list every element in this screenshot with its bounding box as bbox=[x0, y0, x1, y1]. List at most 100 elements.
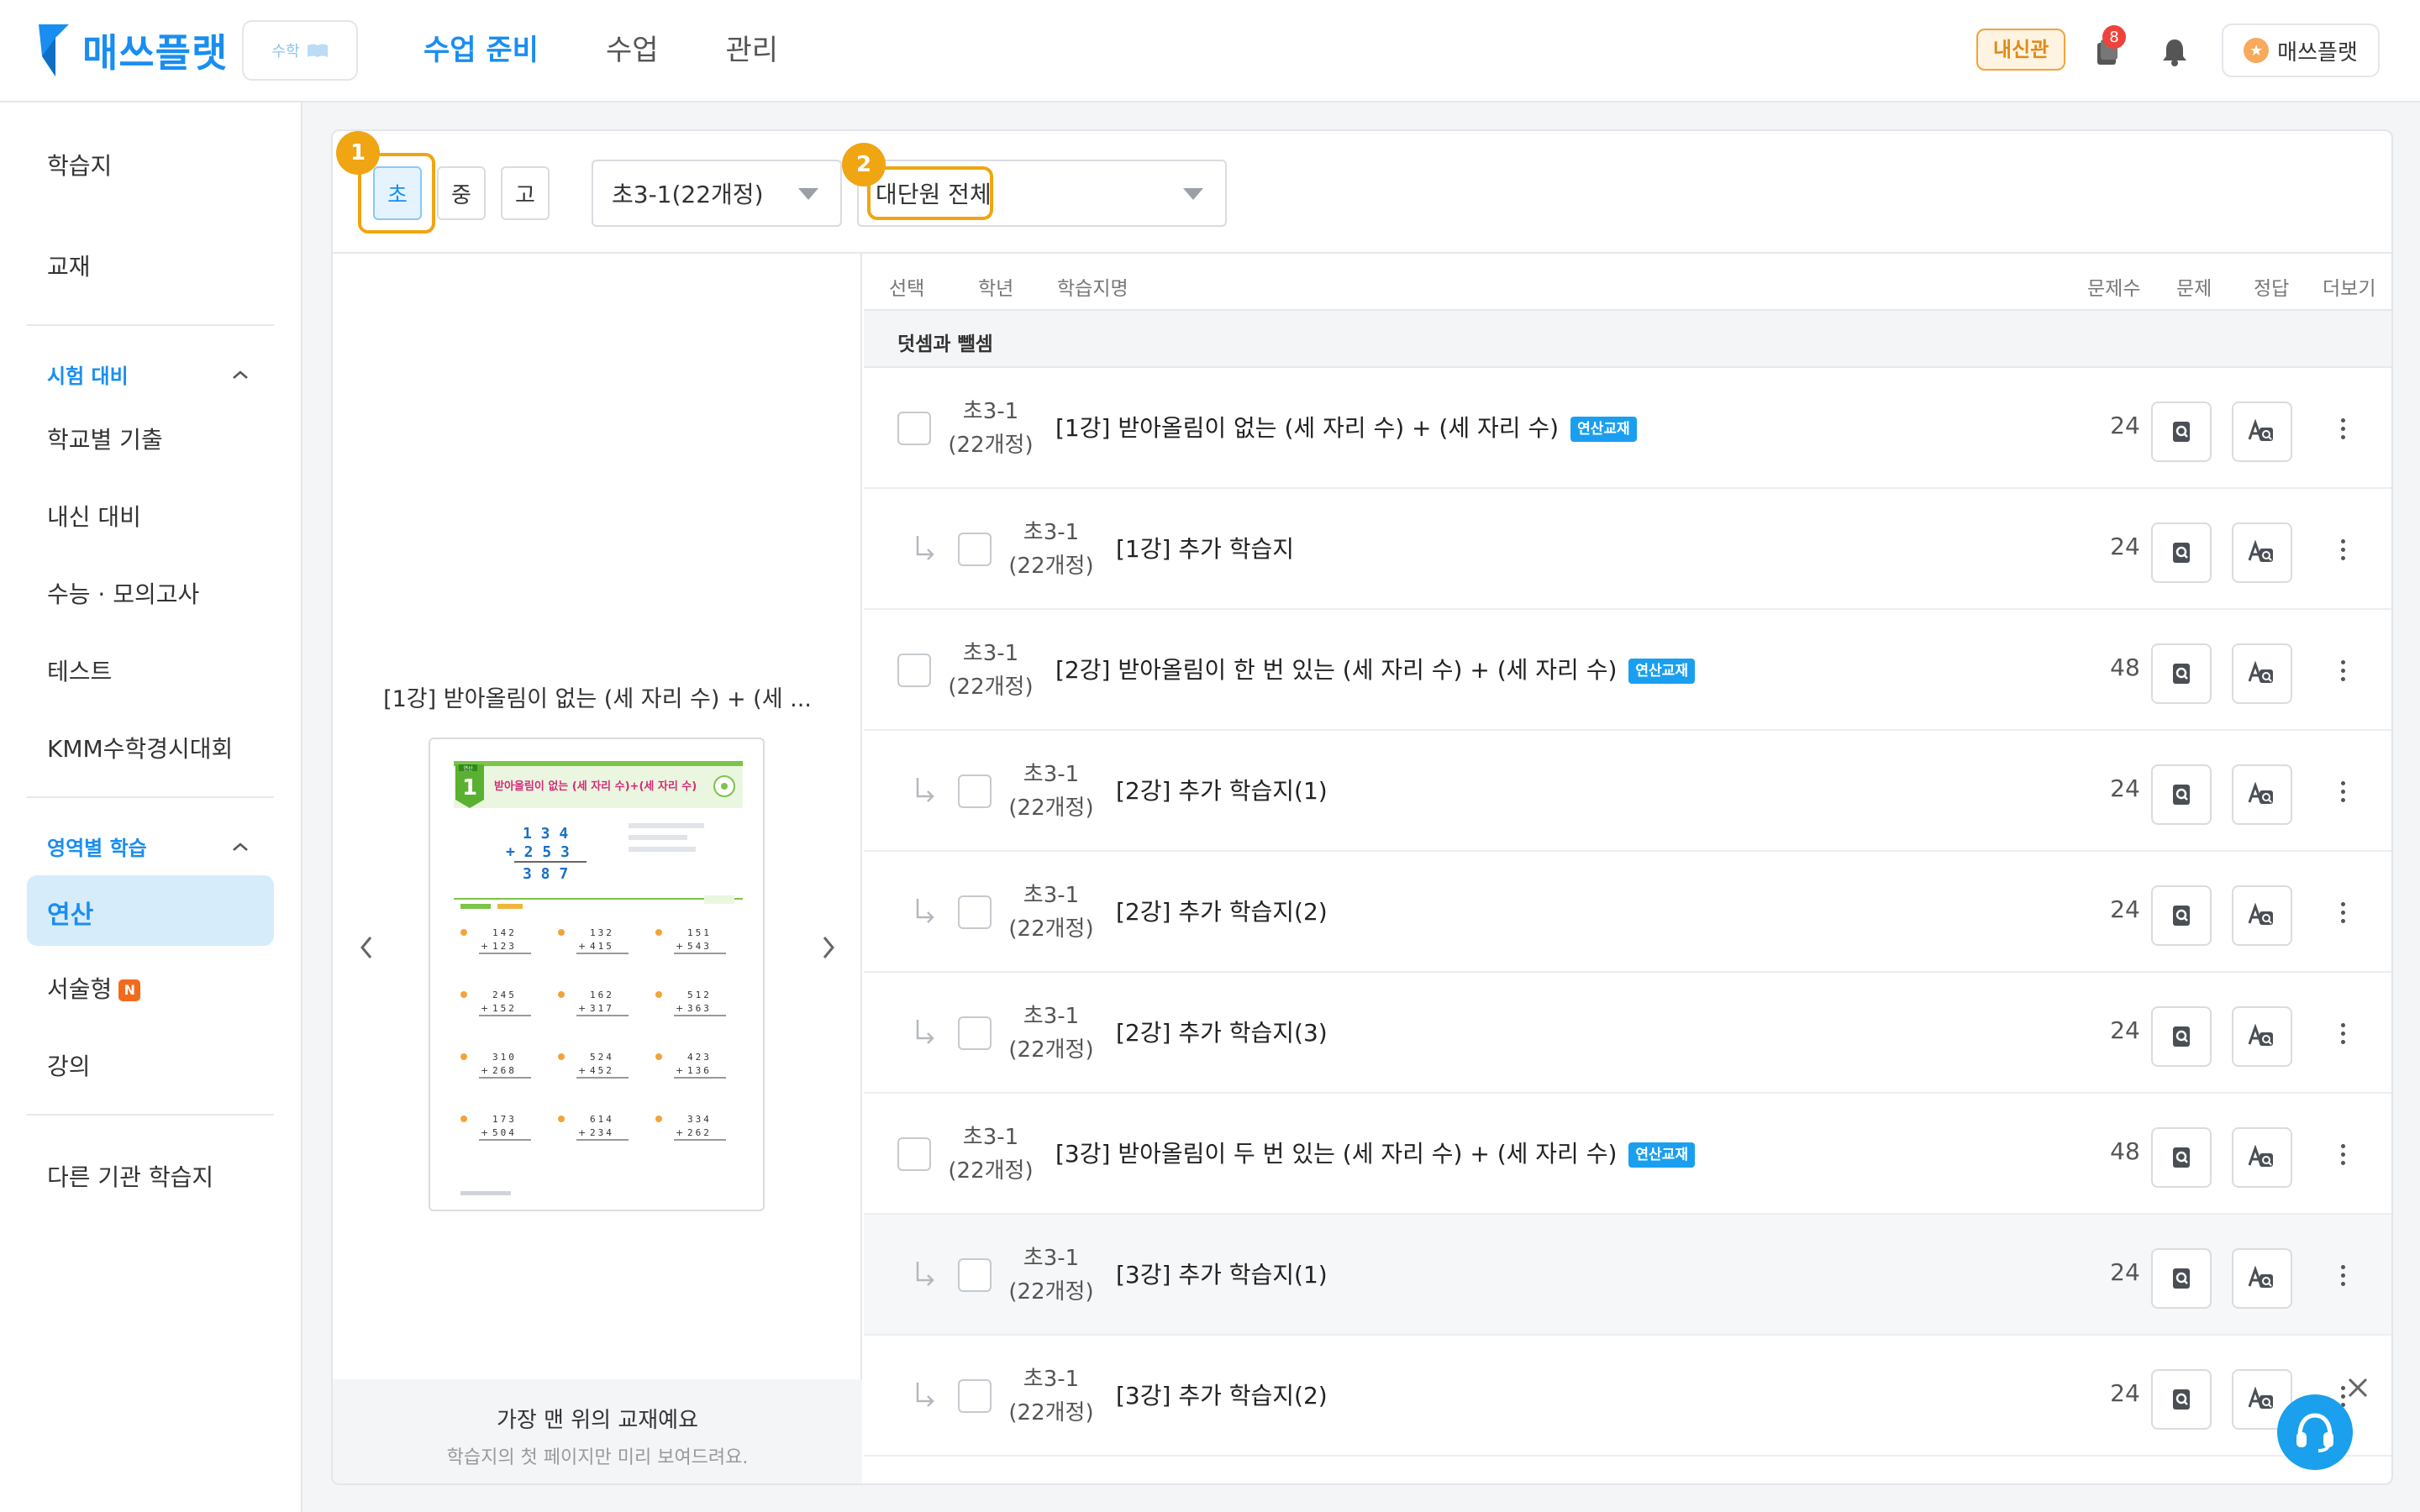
row-checkbox[interactable] bbox=[958, 1379, 992, 1413]
view-answer-button[interactable] bbox=[2232, 402, 2292, 462]
sidebar-item-lecture[interactable]: 강의 bbox=[47, 1048, 91, 1082]
view-answer-button[interactable] bbox=[2232, 1248, 2292, 1309]
row-checkbox[interactable] bbox=[897, 412, 931, 445]
level-middle-button[interactable]: 중 bbox=[437, 166, 486, 220]
brand-logo[interactable]: 매쓰플랫 bbox=[37, 22, 228, 79]
view-problem-button[interactable] bbox=[2151, 764, 2212, 825]
view-problem-button[interactable] bbox=[2151, 1248, 2212, 1309]
more-dot bbox=[2340, 1273, 2345, 1278]
more-options-button[interactable] bbox=[2333, 774, 2353, 808]
user-menu-button[interactable]: ★ 매쓰플랫 bbox=[2222, 24, 2380, 77]
preview-next-button[interactable] bbox=[812, 931, 845, 964]
table-header: 선택 학년 학습지명 문제수 문제 정답 더보기 bbox=[864, 254, 2391, 311]
view-answer-button[interactable] bbox=[2232, 1006, 2292, 1067]
more-options-button[interactable] bbox=[2333, 654, 2353, 687]
sidebar-item-textbook[interactable]: 교재 bbox=[47, 249, 91, 282]
row-name[interactable]: [2강] 받아올림이 한 번 있는 (세 자리 수) + (세 자리 수) 연산교… bbox=[1055, 652, 1695, 685]
sidebar-item-school-past[interactable]: 학교별 기출 bbox=[47, 422, 163, 455]
nav-lesson-prep[interactable]: 수업 준비 bbox=[424, 25, 539, 76]
thumb-plus-sign: + bbox=[578, 941, 586, 952]
table-row[interactable]: 초3-1 (22개정) [2강] 추가 학습지(3) 24 bbox=[864, 973, 2391, 1094]
sidebar-item-worksheet[interactable]: 학습지 bbox=[47, 148, 112, 181]
view-answer-button[interactable] bbox=[2232, 522, 2292, 583]
row-checkbox[interactable] bbox=[958, 533, 992, 566]
table-row[interactable]: 초3-1 (22개정) [1강] 받아올림이 없는 (세 자리 수) + (세 자리… bbox=[864, 368, 2391, 489]
support-chat-button[interactable] bbox=[2277, 1394, 2353, 1470]
view-problem-button[interactable] bbox=[2151, 1127, 2212, 1188]
row-checkbox[interactable] bbox=[958, 774, 992, 808]
notification-count-badge: 8 bbox=[2102, 25, 2126, 49]
level-high-button[interactable]: 고 bbox=[501, 166, 550, 220]
view-answer-button[interactable] bbox=[2232, 643, 2292, 704]
more-dot bbox=[2340, 426, 2345, 431]
view-answer-button[interactable] bbox=[2232, 764, 2292, 825]
row-grade-line2: (22개정) bbox=[1008, 795, 1094, 821]
more-dot bbox=[2340, 1143, 2345, 1148]
grade-select[interactable]: 초3-1(22개정) bbox=[592, 160, 842, 227]
row-checkbox[interactable] bbox=[958, 895, 992, 929]
preview-prev-button[interactable] bbox=[350, 931, 383, 964]
row-grade-line1: 초3-1 bbox=[1023, 1246, 1080, 1271]
row-name[interactable]: [3강] 추가 학습지(2) bbox=[1116, 1378, 1328, 1411]
view-answer-button[interactable] bbox=[2232, 1127, 2292, 1188]
table-row[interactable]: 초3-1 (22개정) [3강] 추가 학습지(1) 24 bbox=[864, 1215, 2391, 1336]
view-answer-button[interactable] bbox=[2232, 885, 2292, 946]
row-name[interactable]: [3강] 받아올림이 두 번 있는 (세 자리 수) + (세 자리 수) 연산교… bbox=[1055, 1136, 1695, 1169]
row-grade-line1: 초3-1 bbox=[962, 399, 1019, 424]
sidebar-item-kmm[interactable]: KMM수학경시대회 bbox=[47, 731, 233, 764]
row-checkbox[interactable] bbox=[897, 1137, 931, 1171]
naesin-button[interactable]: 내신관 bbox=[1976, 29, 2066, 71]
table-row[interactable]: 초3-1 (22개정) [3강] 추가 학습지(2) 24 bbox=[864, 1336, 2391, 1457]
nav-lesson[interactable]: 수업 bbox=[606, 25, 659, 76]
sidebar-item-test[interactable]: 테스트 bbox=[47, 654, 112, 687]
sidebar-item-naesin[interactable]: 내신 대비 bbox=[47, 499, 141, 533]
worksheet-thumbnail[interactable]: 1 연산 받아올림이 없는 (세 자리 수)+(세 자리 수) 1 3 4 + … bbox=[429, 738, 765, 1211]
view-problem-button[interactable] bbox=[2151, 643, 2212, 704]
subject-selector[interactable]: 수학 bbox=[242, 20, 358, 81]
more-options-button[interactable] bbox=[2333, 1258, 2353, 1292]
more-dot bbox=[2340, 789, 2345, 794]
table-row[interactable]: 초3-1 (22개정) [2강] 추가 학습지(2) 24 bbox=[864, 852, 2391, 973]
preview-footer-sub: 학습지의 첫 페이지만 미리 보여드려요. bbox=[446, 1447, 749, 1468]
sidebar-section-area-label: 영역별 학습 bbox=[47, 837, 147, 860]
row-name[interactable]: [2강] 추가 학습지(3) bbox=[1116, 1015, 1328, 1048]
more-dot bbox=[2340, 434, 2345, 439]
row-name[interactable]: [3강] 추가 학습지(1) bbox=[1116, 1257, 1328, 1290]
row-name[interactable]: [1강] 받아올림이 없는 (세 자리 수) + (세 자리 수) 연산교재 bbox=[1055, 410, 1637, 444]
nav-manage[interactable]: 관리 bbox=[726, 25, 779, 76]
row-name[interactable]: [1강] 추가 학습지 bbox=[1116, 531, 1294, 564]
row-grade: 초3-1 (22개정) bbox=[1005, 1242, 1097, 1309]
sidebar-item-calc[interactable]: 연산 bbox=[47, 894, 93, 931]
thumb-problem-grid: 142 + 123 132 + 415 151 + 543 245 + 152 162 + 317 512 + 3… bbox=[460, 927, 726, 1141]
sidebar-item-other-org[interactable]: 다른 기관 학습지 bbox=[47, 1159, 213, 1193]
more-options-button[interactable] bbox=[2333, 895, 2353, 929]
table-row[interactable]: 초3-1 (22개정) [2강] 추가 학습지(1) 24 bbox=[864, 731, 2391, 852]
more-options-button[interactable] bbox=[2333, 412, 2353, 445]
sidebar-section-area[interactable]: 영역별 학습 bbox=[47, 832, 249, 861]
sidebar-item-suneung[interactable]: 수능 · 모의고사 bbox=[47, 576, 199, 610]
thumb-plus-sign: + bbox=[481, 941, 488, 952]
view-problem-button[interactable] bbox=[2151, 1006, 2212, 1067]
row-checkbox[interactable] bbox=[958, 1258, 992, 1292]
row-name[interactable]: [2강] 추가 학습지(1) bbox=[1116, 773, 1328, 806]
row-checkbox[interactable] bbox=[897, 654, 931, 687]
sidebar-section-exam[interactable]: 시험 대비 bbox=[47, 360, 249, 389]
sidebar-item-descriptive-label: 서술형 bbox=[47, 975, 113, 1003]
more-options-button[interactable] bbox=[2333, 1016, 2353, 1050]
more-options-button[interactable] bbox=[2333, 533, 2353, 566]
row-name[interactable]: [2강] 추가 학습지(2) bbox=[1116, 894, 1328, 927]
more-options-button[interactable] bbox=[2333, 1137, 2353, 1171]
view-problem-button[interactable] bbox=[2151, 1369, 2212, 1430]
notifications-button[interactable] bbox=[2154, 32, 2195, 72]
table-row[interactable]: 초3-1 (22개정) [2강] 받아올림이 한 번 있는 (세 자리 수) + (… bbox=[864, 610, 2391, 731]
thumb-problem-top: 310 bbox=[492, 1052, 517, 1063]
sidebar-item-descriptive[interactable]: 서술형 N bbox=[47, 971, 141, 1005]
row-checkbox[interactable] bbox=[958, 1016, 992, 1050]
view-problem-button[interactable] bbox=[2151, 402, 2212, 462]
close-icon[interactable] bbox=[2344, 1374, 2371, 1401]
table-row[interactable]: 초3-1 (22개정) [1강] 추가 학습지 24 bbox=[864, 489, 2391, 610]
more-dot bbox=[2340, 1264, 2345, 1269]
view-problem-button[interactable] bbox=[2151, 522, 2212, 583]
table-row[interactable]: 초3-1 (22개정) [3강] 받아올림이 두 번 있는 (세 자리 수) + (… bbox=[864, 1094, 2391, 1215]
view-problem-button[interactable] bbox=[2151, 885, 2212, 946]
